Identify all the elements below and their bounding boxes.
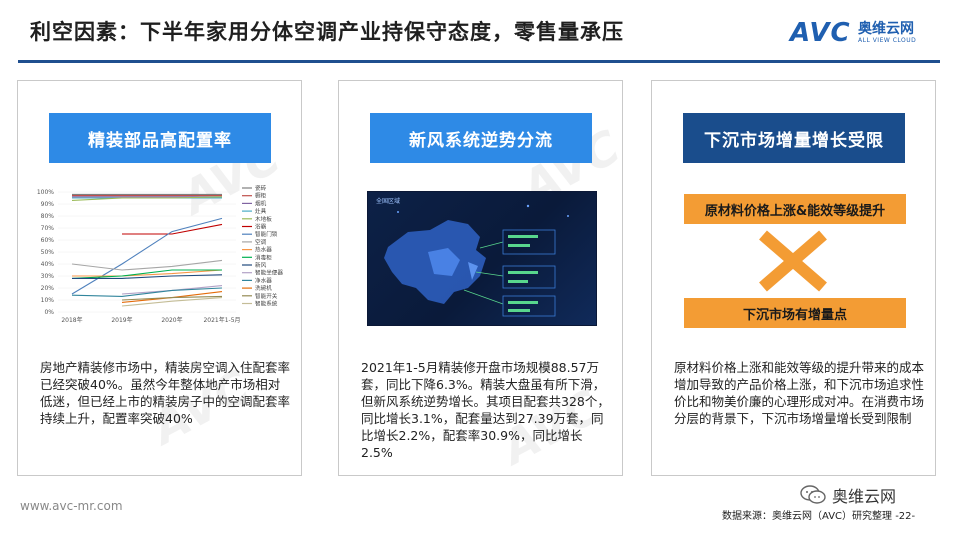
series-line <box>71 259 223 271</box>
logo-avc-text: AVC <box>790 18 851 48</box>
series-line <box>121 285 223 295</box>
x-tick-label: 2018年 <box>61 316 82 324</box>
panel-description: 房地产精装修市场中，精装房空调入住配套率已经突破40%。虽然今年整体地产市场相对… <box>40 360 291 426</box>
wechat-name: 奥维云网 <box>832 487 897 506</box>
y-tick-label: 30% <box>41 273 55 280</box>
panel-banner: 精装部品高配置率 <box>49 113 271 163</box>
legend-label: 智能坐便器 <box>255 269 283 277</box>
legend-label: 热水器 <box>255 246 272 254</box>
y-tick-label: 40% <box>41 261 55 268</box>
avc-logo: AVC 奥维云网 ALL VIEW CLOUD <box>790 18 940 50</box>
panel-finishing-parts: 精装部品高配置率 0% 10% 20% 30% 40% 50% 60% 70% 80% 90% 10… <box>17 80 302 476</box>
series-line <box>122 223 223 235</box>
logo-cn-text: 奥维云网 <box>858 21 914 37</box>
y-tick-label: 70% <box>41 225 55 232</box>
legend-label: 灶具 <box>255 207 267 215</box>
y-tick-label: 60% <box>41 237 55 244</box>
y-tick-label: 90% <box>41 201 55 208</box>
map-graphic <box>384 204 569 317</box>
x-tick-label: 2020年 <box>161 316 182 324</box>
cross-icon <box>759 230 827 292</box>
legend-label: 智能门锁 <box>255 230 278 238</box>
legend-label: 瓷砖 <box>255 184 267 192</box>
panel-lower-tier-market: 下沉市场增量增长受限 原材料价格上涨&能效等级提升 下沉市场有增量点 原材料价格… <box>651 80 936 476</box>
panel-banner: 下沉市场增量增长受限 <box>683 113 905 163</box>
panel-fresh-air: 新风系统逆势分流 全国区域 2021年1-5月精装修开盘市场规模88.57万套，… <box>338 80 623 476</box>
legend-label: 净水器 <box>255 276 272 284</box>
x-tick-label: 2021年1-5月 <box>203 316 240 324</box>
legend-label: 洗碗机 <box>255 284 272 292</box>
logo-en-text: ALL VIEW CLOUD <box>858 37 917 44</box>
page-title: 利空因素：下半年家用分体空调产业持保守态度，零售量承压 <box>30 20 624 44</box>
legend-label: 空调 <box>255 238 267 246</box>
increment-point-bar: 下沉市场有增量点 <box>684 298 906 328</box>
series-line <box>71 217 223 295</box>
china-map-image: 全国区域 <box>367 191 597 326</box>
legend-label: 消毒柜 <box>255 253 272 261</box>
y-tick-label: 20% <box>41 285 55 292</box>
legend-label: 智能系统 <box>255 300 278 308</box>
data-source: 数据来源：奥维云网（AVC）研究整理 -22- <box>722 511 916 522</box>
legend-label: 新风 <box>255 261 267 269</box>
config-rate-line-chart: 0% 10% 20% 30% 40% 50% 60% 70% 80% 90% 100% 2018年 20… <box>37 184 284 324</box>
panel-banner: 新风系统逆势分流 <box>370 113 592 163</box>
panel-description: 2021年1-5月精装修开盘市场规模88.57万套，同比下降6.3%。精装大盘虽… <box>361 360 610 460</box>
cost-increase-bar: 原材料价格上涨&能效等级提升 <box>684 194 906 224</box>
y-tick-label: 100% <box>37 189 54 196</box>
y-tick-label: 0% <box>44 309 54 316</box>
wechat-account: 奥维云网 <box>800 483 896 507</box>
panel-description: 原材料价格上涨和能效等级的提升带来的成本增加导致的产品价格上涨，和下沉市场追求性… <box>674 360 925 426</box>
legend-label: 浴霸 <box>255 223 267 231</box>
wechat-icon <box>800 485 826 504</box>
x-tick-label: 2019年 <box>111 316 132 324</box>
legend-label: 烟机 <box>255 199 267 207</box>
header-divider <box>18 60 940 63</box>
legend-label: 橱柜 <box>255 192 267 200</box>
legend-label: 智能开关 <box>255 292 278 300</box>
y-tick-label: 10% <box>41 297 55 304</box>
y-tick-label: 80% <box>41 213 55 220</box>
legend-label: 木地板 <box>255 215 272 223</box>
y-tick-label: 50% <box>41 249 55 256</box>
website-url: www.avc-mr.com <box>20 499 123 513</box>
